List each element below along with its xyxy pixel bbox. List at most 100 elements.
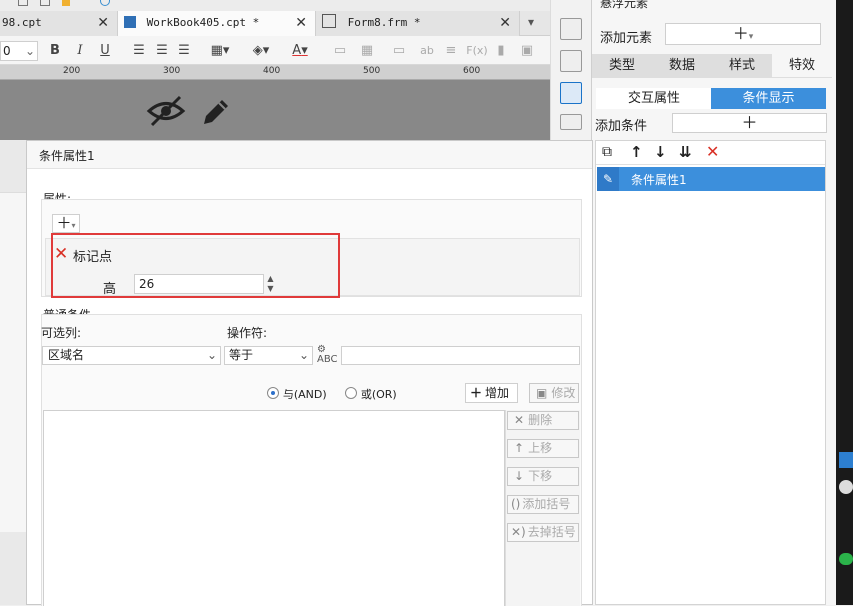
column-select[interactable]: 区域名 ⌄ xyxy=(42,346,221,365)
tab-workbook405[interactable]: WorkBook405.cpt * ✕ xyxy=(118,11,316,36)
widget-settings-icon[interactable] xyxy=(560,50,582,72)
and-radio[interactable]: 与(AND) xyxy=(267,386,327,402)
operator-value: 等于 xyxy=(229,348,254,362)
move-down-button[interactable]: ↓ 下移 xyxy=(507,467,579,486)
edit-pencil-icon[interactable] xyxy=(200,94,232,128)
copy-icon[interactable]: ⧉ xyxy=(602,144,612,160)
delete-button[interactable]: ✕ 删除 xyxy=(507,411,579,430)
modify-icon: ▣ xyxy=(536,386,548,400)
preview-icon[interactable] xyxy=(100,0,110,6)
chevron-down-icon: ⌄ xyxy=(298,348,309,362)
and-label: 与(AND) xyxy=(282,388,327,401)
dialog-title: 条件属性1 xyxy=(39,149,95,163)
column-value: 区域名 xyxy=(48,348,85,362)
tab-style[interactable]: 样式 xyxy=(712,54,772,77)
condition-expression-list[interactable] xyxy=(43,410,505,606)
remove-bracket-icon: ✕) xyxy=(511,525,526,539)
border-icon[interactable]: ▦▾ xyxy=(206,41,234,61)
arrow-down-icon[interactable]: ↓ xyxy=(654,143,667,161)
condition-list-box: ⧉ ↑ ↓ ⇊ ✕ ✎ 条件属性1 xyxy=(595,140,826,605)
chevron-down-icon: ⌄ xyxy=(206,348,217,362)
image-icon[interactable]: ▣ xyxy=(518,41,536,61)
app-icon[interactable] xyxy=(839,452,853,468)
subtab-interaction[interactable]: 交互属性 xyxy=(596,88,712,109)
tab-type[interactable]: 类型 xyxy=(592,54,652,77)
paragraph-icon[interactable]: ≡ xyxy=(442,41,460,61)
hidden-eye-icon[interactable] xyxy=(146,94,186,128)
add-condition-row-button[interactable]: ＋增加 xyxy=(465,383,518,403)
app-icon[interactable] xyxy=(839,553,853,565)
radio-checked-icon xyxy=(267,387,279,399)
plus-icon: ＋ xyxy=(732,24,749,43)
bold-button[interactable]: B xyxy=(46,41,64,61)
add-bracket-label: 添加括号 xyxy=(522,497,571,511)
operator-select[interactable]: 等于 ⌄ xyxy=(224,346,313,365)
float-element-icon[interactable] xyxy=(560,82,582,104)
ruler-mark: 600 xyxy=(463,66,481,76)
add-attribute-button[interactable]: ＋▾ xyxy=(52,214,80,233)
or-radio[interactable]: 或(OR) xyxy=(345,386,397,402)
font-size-select[interactable]: 0 ⌄ xyxy=(0,41,38,61)
close-icon[interactable]: ✕ xyxy=(499,11,511,35)
arrow-down-icon: ↓ xyxy=(514,469,525,483)
format-toolbar: 0 ⌄ B I U ☰ ☰ ☰ ▦▾ ◈▾ A▾ ▭ ▦ ▭ ab ≡ F(x)… xyxy=(0,36,550,65)
ruler-mark: 400 xyxy=(263,66,281,76)
highlight-icon[interactable] xyxy=(62,0,70,6)
edit-pencil-icon[interactable]: ✎ xyxy=(597,167,619,191)
delete-label: 删除 xyxy=(528,413,553,427)
condition-item[interactable]: ✎ 条件属性1 xyxy=(597,167,825,191)
underline-button[interactable]: U xyxy=(96,41,114,61)
delete-icon[interactable]: ✕ xyxy=(706,142,719,161)
delete-icon: ✕ xyxy=(514,413,525,427)
value-type-icon[interactable]: ⚙ ABC xyxy=(317,345,339,365)
tab-dropdown-icon[interactable]: ▾ xyxy=(522,15,540,31)
property-panel: 悬浮元素 添加元素 ＋▾ 类型 数据 样式 特效 交互属性 条件显示 添加条件 … xyxy=(591,0,836,605)
fill-color-icon[interactable]: ◈▾ xyxy=(246,41,276,61)
move-up-button[interactable]: ↑ 上移 xyxy=(507,439,579,458)
text-ab-icon[interactable]: ab xyxy=(416,41,438,61)
workbook-icon xyxy=(124,16,136,28)
add-condition-button[interactable]: ＋ xyxy=(672,113,827,133)
merge-cell-icon[interactable]: ▭ xyxy=(331,41,349,61)
align-right-icon[interactable]: ☰ xyxy=(175,41,193,61)
formula-icon[interactable]: F(x) xyxy=(466,41,488,61)
close-icon[interactable]: ✕ xyxy=(97,11,109,35)
insert-row-icon[interactable]: ▭ xyxy=(390,41,408,61)
align-center-icon[interactable]: ☰ xyxy=(153,41,171,61)
or-label: 或(OR) xyxy=(360,388,397,401)
plus-icon: ＋ xyxy=(470,386,483,400)
chart-icon[interactable]: ▮ xyxy=(492,41,510,61)
add-element-label: 添加元素 xyxy=(600,31,653,46)
tab-form8[interactable]: Form8.frm * ✕ xyxy=(316,11,520,36)
text-color-button[interactable]: A▾ xyxy=(284,41,316,61)
tab-98-cpt[interactable]: 98.cpt ✕ xyxy=(0,11,118,36)
widget-side-toolbar xyxy=(550,0,591,140)
remove-bracket-button[interactable]: ✕) 去掉括号 xyxy=(507,523,579,542)
add-bracket-button[interactable]: () 添加括号 xyxy=(507,495,579,514)
chevron-down-icon: ▾ xyxy=(71,221,76,230)
design-canvas[interactable] xyxy=(0,80,550,140)
tab-label: 98.cpt xyxy=(2,16,42,29)
remove-bracket-label: 去掉括号 xyxy=(527,525,576,539)
tab-effects[interactable]: 特效 xyxy=(772,54,832,77)
table-icon[interactable]: ▦ xyxy=(358,41,376,61)
condition-list-toolbar: ⧉ ↑ ↓ ⇊ ✕ xyxy=(596,141,825,165)
tab-data[interactable]: 数据 xyxy=(652,54,712,77)
value-input[interactable] xyxy=(341,346,580,365)
document-tab-bar: 98.cpt ✕ WorkBook405.cpt * ✕ Form8.frm *… xyxy=(0,11,550,36)
modify-button[interactable]: ▣ 修改 xyxy=(529,383,579,403)
tab-label: WorkBook405.cpt * xyxy=(146,16,260,29)
arrow-up-icon[interactable]: ↑ xyxy=(630,143,643,161)
close-icon[interactable]: ✕ xyxy=(295,11,307,35)
widget-layout-icon[interactable] xyxy=(560,18,582,40)
add-element-button[interactable]: ＋▾ xyxy=(665,23,821,45)
align-left-icon[interactable]: ☰ xyxy=(130,41,148,61)
widget-extra-icon[interactable] xyxy=(560,114,582,130)
italic-button[interactable]: I xyxy=(71,41,89,61)
subtab-condition-display[interactable]: 条件显示 xyxy=(711,88,826,109)
open-file-icon[interactable] xyxy=(40,0,50,6)
move-bottom-icon[interactable]: ⇊ xyxy=(679,143,692,161)
down-label: 下移 xyxy=(528,469,553,483)
new-file-icon[interactable] xyxy=(18,0,28,6)
app-icon[interactable] xyxy=(839,480,853,494)
